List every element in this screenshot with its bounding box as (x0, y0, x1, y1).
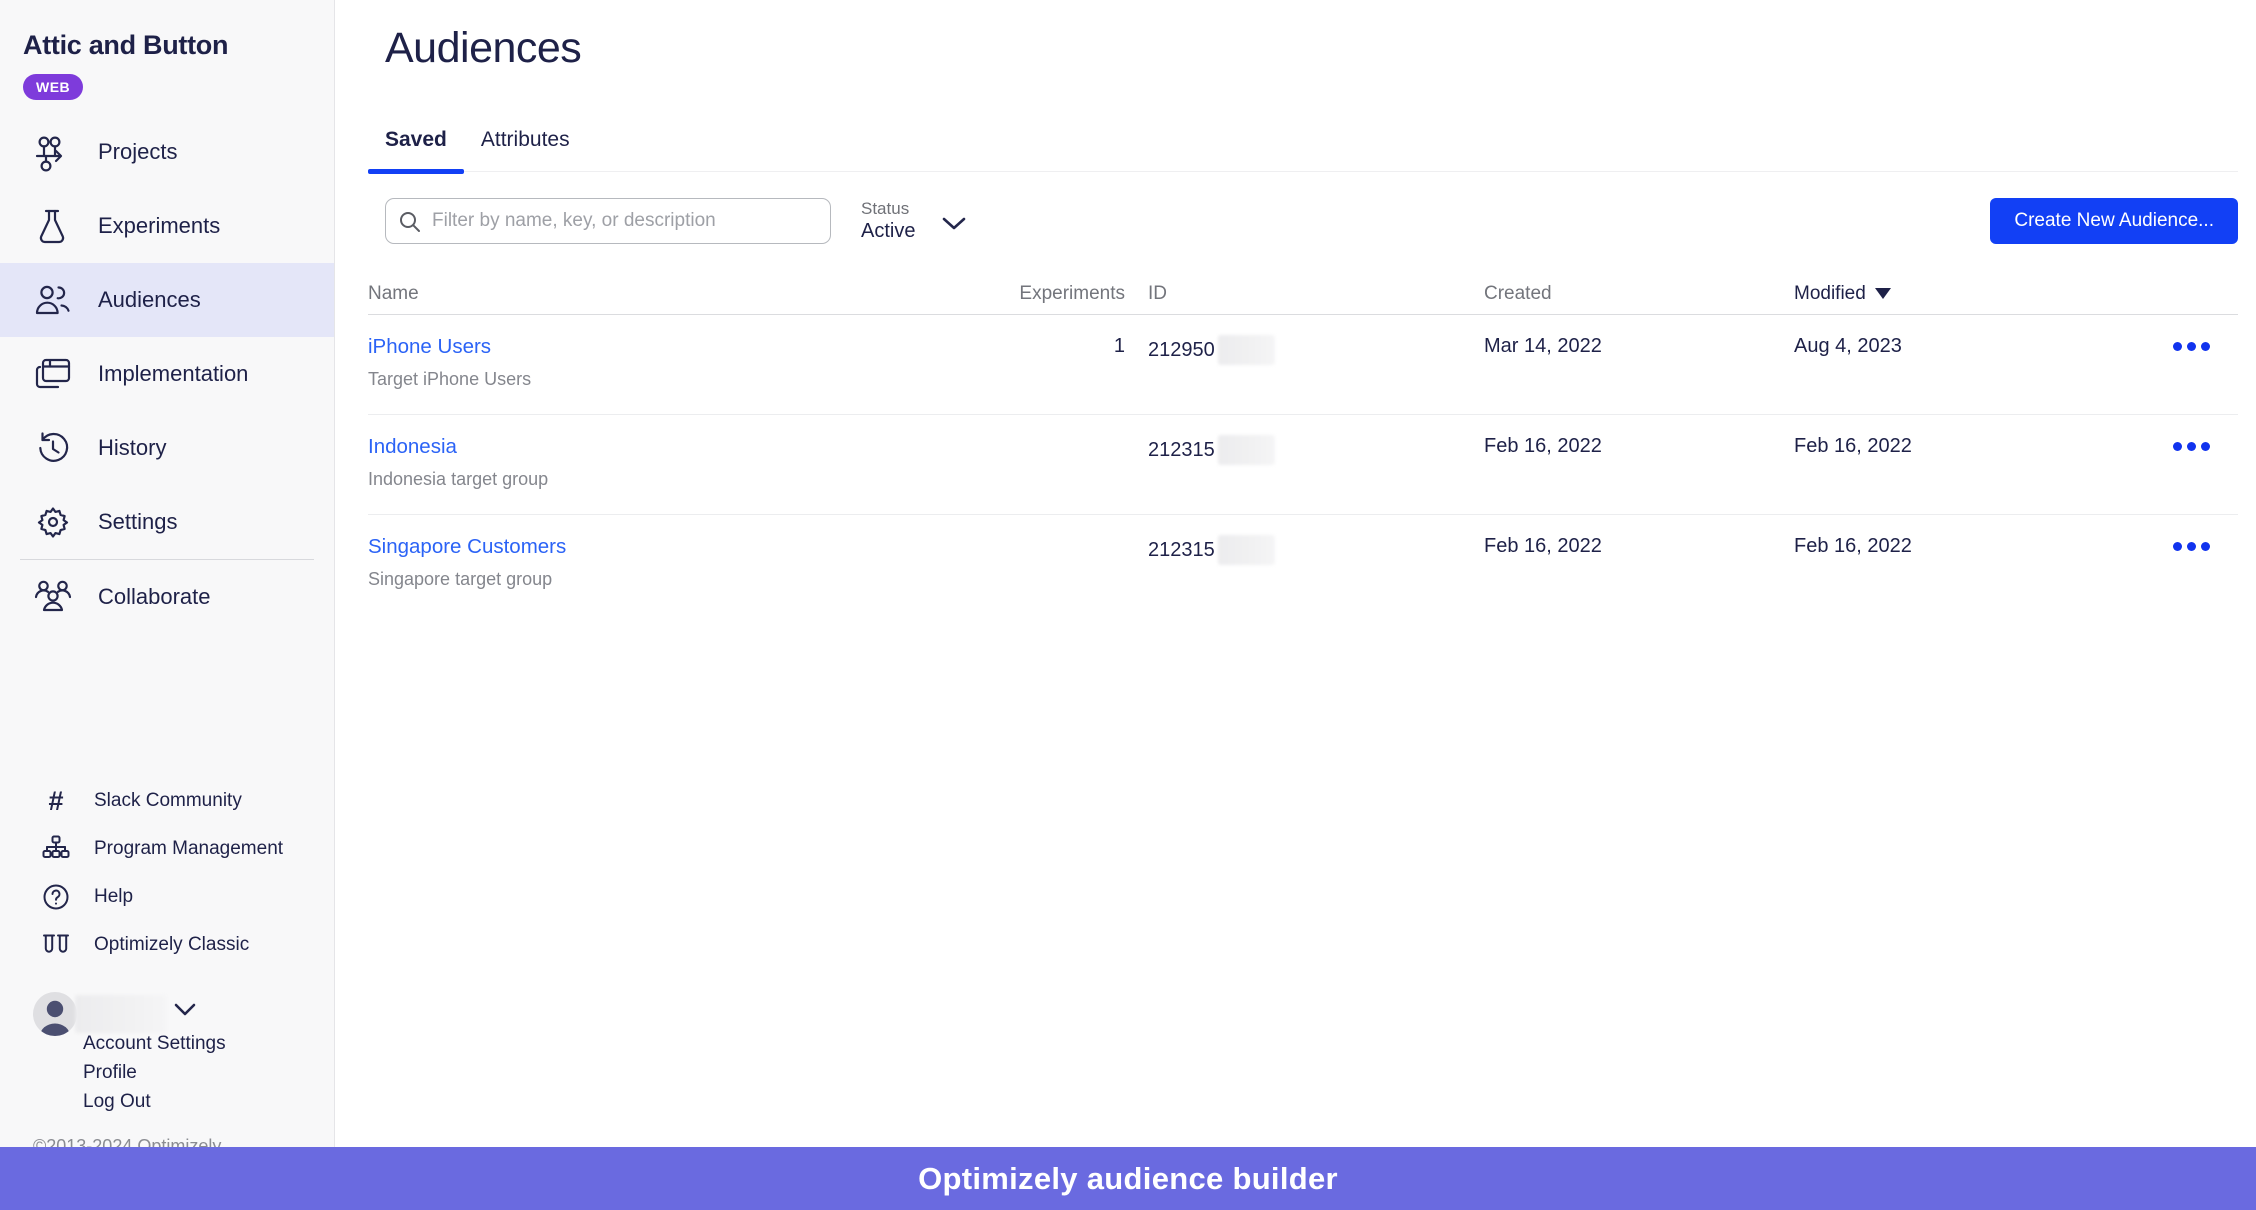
optimizely-app: Attic and Button WEB Projects (0, 0, 2256, 1210)
tab-saved[interactable]: Saved (368, 127, 464, 171)
hashtag-icon: # (36, 788, 76, 815)
audience-name-link[interactable]: Singapore Customers (368, 535, 1010, 559)
table-row: iPhone Users Target iPhone Users 1 21295… (368, 315, 2238, 415)
banner-title: Optimizely audience builder (918, 1161, 1338, 1197)
page-title: Audiences (385, 24, 581, 73)
row-actions-menu-icon[interactable] (2173, 315, 2210, 351)
sidebar-item-projects[interactable]: Projects (0, 115, 334, 189)
modified-date: Aug 4, 2023 (1771, 315, 2138, 414)
secondary-link-label: Program Management (94, 838, 283, 860)
project-name: Attic and Button (23, 30, 334, 61)
sidebar-nav: Projects Experiments (0, 115, 334, 634)
column-header-created[interactable]: Created (1461, 283, 1771, 305)
sidebar-item-label: Experiments (98, 213, 220, 239)
audience-name-link[interactable]: iPhone Users (368, 335, 1010, 359)
sidebar-item-audiences[interactable]: Audiences (0, 263, 334, 337)
experiments-count: 1 (1010, 315, 1125, 414)
sidebar-item-label: Implementation (98, 361, 248, 387)
implementation-icon (30, 354, 76, 394)
experiments-count (1010, 515, 1125, 615)
modified-date: Feb 16, 2022 (1771, 415, 2138, 514)
audiences-icon (30, 280, 76, 320)
sidebar-item-slack-community[interactable]: # Slack Community (0, 777, 334, 825)
search-icon (398, 210, 422, 239)
column-header-id[interactable]: ID (1125, 283, 1461, 305)
secondary-link-label: Help (94, 886, 133, 908)
redacted-id-suffix (1218, 435, 1275, 465)
row-actions-menu-icon[interactable] (2173, 515, 2210, 551)
sidebar: Attic and Button WEB Projects (0, 0, 335, 1210)
project-type-badge: WEB (23, 74, 83, 100)
audience-name-link[interactable]: Indonesia (368, 435, 1010, 459)
experiments-count (1010, 415, 1125, 514)
redacted-id-suffix (1218, 535, 1275, 565)
secondary-link-label: Optimizely Classic (94, 934, 249, 956)
sidebar-item-program-management[interactable]: Program Management (0, 825, 334, 873)
sidebar-item-experiments[interactable]: Experiments (0, 189, 334, 263)
modified-date: Feb 16, 2022 (1771, 515, 2138, 615)
filter-input[interactable] (385, 198, 831, 244)
help-icon (36, 882, 76, 912)
sidebar-item-label: Audiences (98, 287, 201, 313)
status-chevron-down-icon[interactable] (941, 216, 967, 237)
sidebar-item-implementation[interactable]: Implementation (0, 337, 334, 411)
sidebar-item-settings[interactable]: Settings (0, 485, 334, 559)
account-links: Account Settings Profile Log Out (83, 1029, 226, 1116)
sidebar-item-label: Collaborate (98, 584, 211, 610)
created-date: Feb 16, 2022 (1461, 515, 1771, 615)
bottom-banner: Optimizely audience builder (0, 1147, 2256, 1210)
audiences-table: Name Experiments ID Created Modified iPh… (368, 283, 2238, 615)
audience-description: Target iPhone Users (368, 369, 1010, 390)
toolbar: Status Active Create New Audience... (385, 198, 2238, 244)
main-content: Audiences Saved Attributes Status Active (336, 0, 2256, 1210)
account-settings-link[interactable]: Account Settings (83, 1029, 226, 1058)
redacted-id-suffix (1218, 335, 1275, 365)
audience-description: Indonesia target group (368, 469, 1010, 490)
org-chart-icon (36, 834, 76, 864)
collaborate-icon (30, 577, 76, 617)
tab-bar: Saved Attributes (368, 127, 2238, 172)
settings-icon (30, 502, 76, 542)
profile-link[interactable]: Profile (83, 1058, 226, 1087)
table-header-row: Name Experiments ID Created Modified (368, 283, 2238, 315)
log-out-link[interactable]: Log Out (83, 1087, 226, 1116)
redacted-username (75, 995, 167, 1033)
sidebar-item-label: Projects (98, 139, 177, 165)
audience-id: 212315 (1125, 415, 1461, 514)
status-label: Status (861, 198, 915, 219)
sidebar-item-collaborate[interactable]: Collaborate (0, 560, 334, 634)
audience-id: 212950 (1125, 315, 1461, 414)
projects-icon (30, 132, 76, 172)
sidebar-secondary-links: # Slack Community Program Management (0, 777, 334, 969)
column-header-modified[interactable]: Modified (1771, 283, 2138, 305)
column-header-name[interactable]: Name (368, 283, 1010, 305)
experiments-icon (30, 206, 76, 246)
sidebar-item-label: Settings (98, 509, 178, 535)
column-header-experiments[interactable]: Experiments (1010, 283, 1125, 305)
avatar[interactable] (33, 992, 77, 1036)
create-new-audience-button[interactable]: Create New Audience... (1990, 198, 2238, 244)
account-section: Account Settings Profile Log Out (0, 992, 334, 1152)
table-row: Indonesia Indonesia target group 212315 … (368, 415, 2238, 515)
account-chevron-down-icon[interactable] (173, 1002, 197, 1023)
status-dropdown[interactable]: Status Active (861, 198, 915, 244)
table-row: Singapore Customers Singapore target gro… (368, 515, 2238, 615)
sidebar-item-label: History (98, 435, 166, 461)
created-date: Mar 14, 2022 (1461, 315, 1771, 414)
created-date: Feb 16, 2022 (1461, 415, 1771, 514)
sidebar-item-history[interactable]: History (0, 411, 334, 485)
test-tubes-icon (36, 930, 76, 960)
sort-descending-icon (1875, 288, 1891, 299)
status-value: Active (861, 219, 915, 244)
sidebar-item-optimizely-classic[interactable]: Optimizely Classic (0, 921, 334, 969)
filter-field-wrap (385, 198, 831, 244)
history-icon (30, 428, 76, 468)
audience-description: Singapore target group (368, 569, 1010, 590)
audience-id: 212315 (1125, 515, 1461, 615)
secondary-link-label: Slack Community (94, 790, 242, 812)
row-actions-menu-icon[interactable] (2173, 415, 2210, 451)
sidebar-item-help[interactable]: Help (0, 873, 334, 921)
tab-attributes[interactable]: Attributes (464, 127, 587, 171)
